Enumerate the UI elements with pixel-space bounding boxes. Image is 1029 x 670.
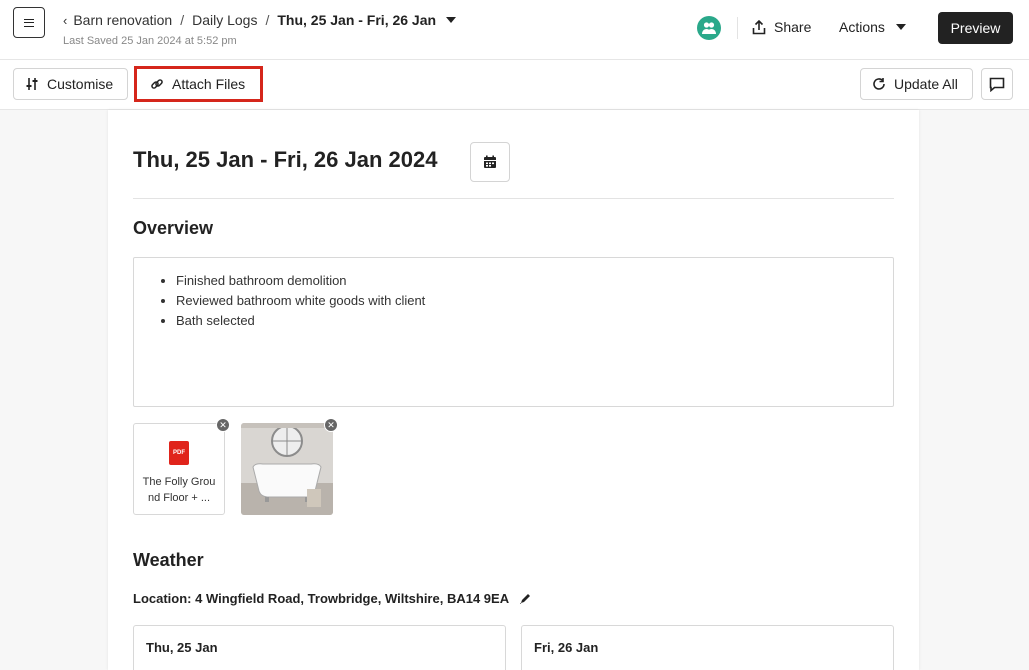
attachment-name: The Folly Ground Floor + ... — [142, 476, 216, 504]
top-bar: ‹ Barn renovation / Daily Logs / Thu, 25… — [0, 0, 1029, 60]
pencil-icon[interactable] — [519, 593, 531, 605]
breadcrumb: ‹ Barn renovation / Daily Logs / Thu, 25… — [63, 12, 457, 28]
link-icon — [151, 79, 163, 89]
attachment-pdf[interactable]: PDF The Folly Ground Floor + ... — [133, 423, 225, 515]
breadcrumb-separator: / — [265, 12, 270, 28]
update-all-label: Update All — [894, 76, 958, 92]
list-item: Bath selected — [176, 311, 893, 331]
day-label: Thu, 25 Jan — [146, 640, 218, 655]
customise-label: Customise — [47, 76, 114, 92]
weather-day-card[interactable]: Thu, 25 Jan — [133, 625, 506, 670]
customise-button[interactable]: Customise — [13, 68, 128, 100]
sliders-icon — [26, 78, 38, 90]
daily-log-card: Thu, 25 Jan - Fri, 26 Jan 2024 Overview … — [108, 110, 919, 670]
attach-files-label: Attach Files — [172, 76, 246, 92]
comments-button[interactable] — [981, 68, 1013, 100]
toolbar: Customise Attach Files Update All — [0, 60, 1029, 110]
page-title: Thu, 25 Jan - Fri, 26 Jan 2024 — [133, 147, 438, 172]
location-text: Location: 4 Wingfield Road, Trowbridge, … — [133, 591, 510, 606]
update-all-button[interactable]: Update All — [860, 68, 973, 100]
bathtub-image — [241, 423, 333, 515]
refresh-icon — [873, 78, 885, 90]
calendar-icon — [484, 155, 496, 168]
divider — [133, 198, 894, 199]
share-button[interactable]: Share — [752, 19, 811, 35]
breadcrumb-daily-logs[interactable]: Daily Logs — [192, 12, 257, 28]
remove-attachment-button[interactable]: ✕ — [324, 418, 338, 432]
chevron-left-icon[interactable]: ‹ — [63, 13, 67, 28]
comment-icon — [989, 77, 1005, 92]
overview-list: Finished bathroom demolition Reviewed ba… — [176, 271, 893, 331]
weather-heading: Weather — [133, 550, 204, 570]
chevron-down-icon — [895, 24, 906, 30]
breadcrumb-separator: / — [180, 12, 185, 28]
breadcrumb-project[interactable]: Barn renovation — [73, 12, 172, 28]
list-item: Reviewed bathroom white goods with clien… — [176, 291, 893, 311]
overview-heading: Overview — [133, 218, 214, 238]
attachment-image[interactable] — [241, 423, 333, 515]
chevron-down-icon[interactable] — [446, 17, 457, 23]
overview-editor[interactable]: Finished bathroom demolition Reviewed ba… — [133, 257, 894, 407]
close-icon: ✕ — [327, 419, 335, 430]
preview-button[interactable]: Preview — [938, 12, 1013, 44]
day-label: Fri, 26 Jan — [534, 640, 599, 655]
share-icon — [752, 19, 766, 34]
divider — [737, 17, 738, 39]
location: Location: 4 Wingfield Road, Trowbridge, … — [133, 591, 531, 606]
remove-attachment-button[interactable]: ✕ — [216, 418, 230, 432]
hamburger-icon — [24, 18, 34, 27]
close-icon: ✕ — [219, 419, 227, 430]
last-saved-text: Last Saved 25 Jan 2024 at 5:52 pm — [63, 35, 237, 47]
weather-day-card[interactable]: Fri, 26 Jan — [521, 625, 894, 670]
breadcrumb-current[interactable]: Thu, 25 Jan - Fri, 26 Jan — [277, 12, 436, 28]
actions-dropdown[interactable]: Actions — [839, 19, 906, 35]
calendar-button[interactable] — [470, 142, 510, 182]
attach-files-button[interactable]: Attach Files — [134, 66, 263, 102]
pdf-icon: PDF — [169, 441, 189, 465]
actions-label: Actions — [839, 19, 885, 35]
list-item: Finished bathroom demolition — [176, 271, 893, 291]
team-icon[interactable] — [697, 16, 721, 40]
menu-button[interactable] — [13, 7, 45, 38]
share-label: Share — [774, 19, 812, 35]
